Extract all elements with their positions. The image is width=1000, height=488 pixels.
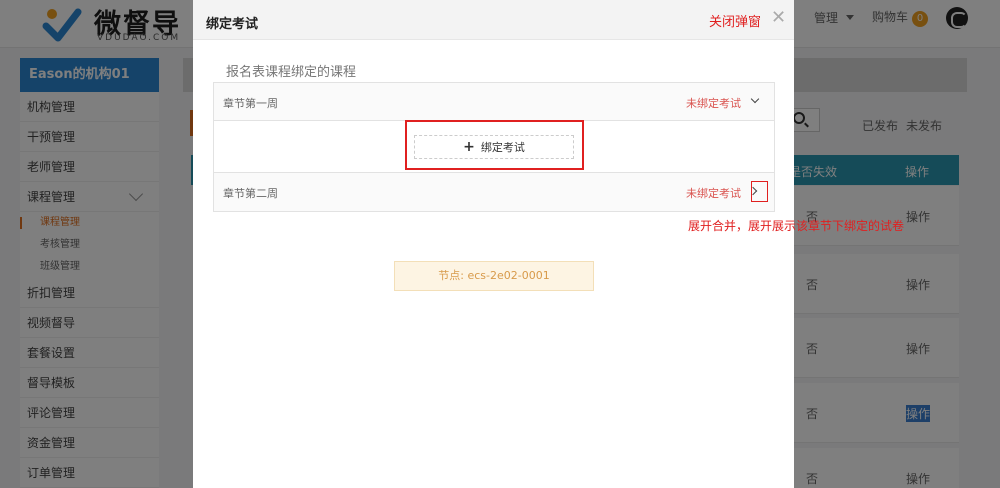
node-badge: 节点: ecs-2e02-0001 — [394, 261, 594, 291]
chapter-row-week2[interactable]: 章节第二周 未绑定考试 — [214, 173, 774, 211]
chapter-name: 章节第一周 — [223, 97, 278, 110]
bind-exam-dialog: 绑定考试 关闭弹窗 ✕ 报名表课程绑定的课程 章节第一周 未绑定考试 + 绑定考试… — [193, 0, 794, 488]
dialog-header: 绑定考试 关闭弹窗 ✕ — [193, 0, 794, 40]
close-dialog-note: 关闭弹窗 — [709, 15, 762, 30]
chapter-status: 未绑定考试 — [686, 97, 741, 110]
dialog-title: 绑定考试 — [206, 17, 259, 32]
close-icon[interactable]: ✕ — [771, 8, 786, 28]
section-label: 报名表课程绑定的课程 — [226, 65, 357, 80]
expand-annotation: 展开合并，展开展示该章节下绑定的试卷 — [688, 219, 905, 233]
expand-highlight-box — [751, 181, 768, 202]
chapter-status: 未绑定考试 — [686, 187, 741, 200]
chevron-down-icon[interactable] — [750, 94, 760, 104]
chapter-name: 章节第二周 — [223, 187, 278, 200]
bind-button-highlight-box — [405, 120, 584, 170]
chapter-row-week1[interactable]: 章节第一周 未绑定考试 — [214, 83, 774, 121]
